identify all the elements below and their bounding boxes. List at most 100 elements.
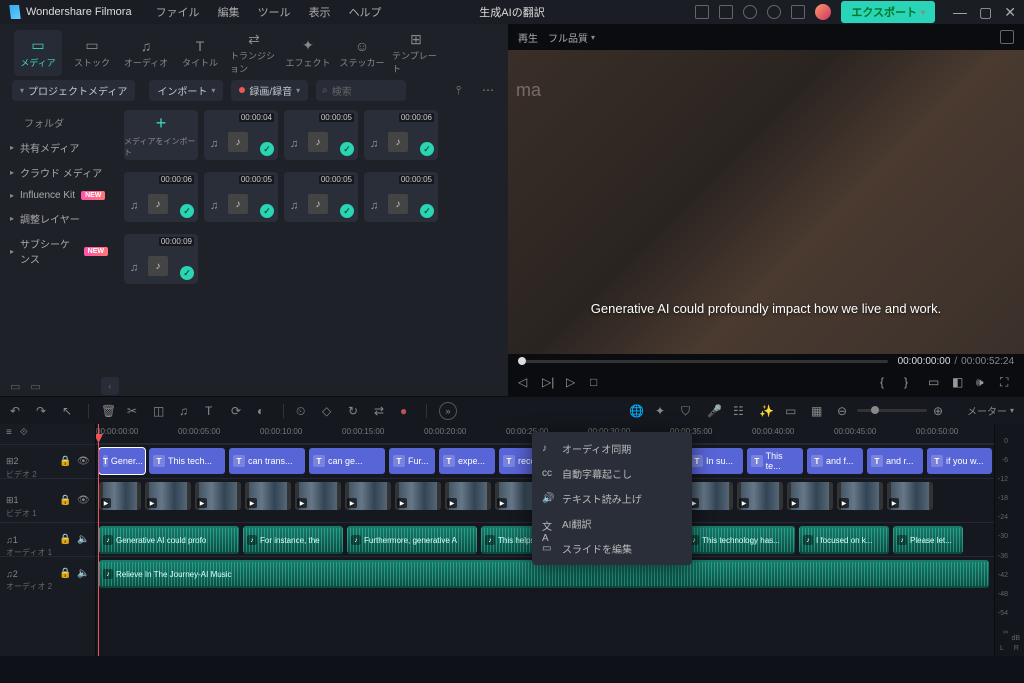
track-options-icon[interactable]: ≡ <box>6 427 12 438</box>
video-clip[interactable]: ▶ <box>445 482 491 510</box>
adjust-icon[interactable]: ⇄ <box>374 404 388 418</box>
clip-icon[interactable]: ↻ <box>348 404 362 418</box>
media-clip[interactable]: 00:00:05♫♪✓ <box>204 172 278 222</box>
compare-icon[interactable]: ◧ <box>952 375 966 389</box>
folder-item[interactable]: フォルダ <box>0 110 118 135</box>
filter-icon[interactable]: ⫯ <box>456 83 470 97</box>
mute-icon[interactable]: 🔈 <box>77 568 89 580</box>
subtitle-icon[interactable]: ☷ <box>733 404 747 418</box>
meter-dropdown[interactable]: メーター▾ <box>967 403 1014 418</box>
search-input[interactable]: ⌕ 検索 <box>316 80 406 101</box>
sidebar-クラウド メディア[interactable]: ▸クラウド メディア <box>0 160 118 185</box>
link-icon[interactable]: ⟐ <box>20 427 28 438</box>
play-mode-dropdown[interactable]: 再生 <box>518 30 538 45</box>
title-clip[interactable]: Tcan ge... <box>309 448 385 474</box>
audio-clip[interactable]: ♪Please let... <box>893 526 963 554</box>
redo-icon[interactable]: ↷ <box>36 404 50 418</box>
prev-frame-icon[interactable]: ◁ <box>518 375 532 389</box>
video-clip[interactable]: ▶ <box>787 482 833 510</box>
audio-clip[interactable]: ♪I focused on k... <box>799 526 889 554</box>
audio-clip[interactable]: ♪For instance, the <box>243 526 343 554</box>
ai-sparkle-icon[interactable]: ✨ <box>759 404 773 418</box>
save-icon[interactable] <box>719 5 733 19</box>
keyframe-icon[interactable]: ◇ <box>322 404 336 418</box>
apps-icon[interactable] <box>791 5 805 19</box>
music-icon[interactable]: ♫ <box>179 404 193 418</box>
audio-clip[interactable]: ♪Furthermore, generative A <box>347 526 477 554</box>
more-icon[interactable]: ⋯ <box>482 83 496 97</box>
media-clip[interactable]: 00:00:05♫♪✓ <box>284 110 358 160</box>
title-clip[interactable]: Tcan trans... <box>229 448 305 474</box>
volume-icon[interactable]: 🕪 <box>976 375 990 389</box>
media-clip[interactable]: 00:00:04♫♪✓ <box>204 110 278 160</box>
lock-icon[interactable]: 🔒 <box>59 456 71 468</box>
video-clip[interactable]: ▶ <box>737 482 783 510</box>
headset-icon[interactable] <box>767 5 781 19</box>
title-clip[interactable]: TFur... <box>389 448 435 474</box>
color-icon[interactable]: ◐ <box>257 404 271 418</box>
cloud-icon[interactable] <box>743 5 757 19</box>
menu-表示[interactable]: 表示 <box>309 4 331 20</box>
maximize-button[interactable]: ▢ <box>979 4 992 21</box>
zoom-slider[interactable] <box>857 409 927 412</box>
expand-toolbar-button[interactable]: » <box>439 402 457 420</box>
mark-out-icon[interactable]: } <box>904 375 918 389</box>
effect-icon[interactable]: ✦ <box>655 404 669 418</box>
ctx-スライドを編集[interactable]: ▭スライドを編集 <box>532 536 692 561</box>
timer-icon[interactable]: ⏲ <box>296 404 310 418</box>
tab-テンプレート[interactable]: ⊞テンプレート <box>392 30 440 76</box>
track-head-video2[interactable]: ⊞2ビデオ 2 🔒👁 <box>0 444 95 478</box>
tab-エフェクト[interactable]: ✦エフェクト <box>284 30 332 76</box>
menu-ファイル[interactable]: ファイル <box>156 4 200 20</box>
undo-icon[interactable]: ↶ <box>10 404 24 418</box>
zoom-in-icon[interactable]: ⊕ <box>933 404 947 418</box>
mark-in-icon[interactable]: { <box>880 375 894 389</box>
tab-オーディオ[interactable]: ♫オーディオ <box>122 30 170 76</box>
media-clip[interactable]: 00:00:09♫♪✓ <box>124 234 198 284</box>
text-icon[interactable]: T <box>205 404 219 418</box>
play-icon[interactable]: ▷ <box>566 375 580 389</box>
cut-icon[interactable]: ✂ <box>127 404 141 418</box>
title-clip[interactable]: Tif you w... <box>927 448 992 474</box>
title-clip[interactable]: TGener... <box>99 448 145 474</box>
video-clip[interactable]: ▶ <box>837 482 883 510</box>
title-clip[interactable]: TThis te... <box>747 448 803 474</box>
display-icon[interactable]: ▭ <box>928 375 942 389</box>
ratio-icon[interactable]: ▭ <box>785 404 799 418</box>
preview-video[interactable]: ma Generative AI could profoundly impact… <box>508 50 1024 354</box>
eye-icon[interactable]: 👁 <box>77 456 89 468</box>
play-reverse-icon[interactable]: ▷| <box>542 375 556 389</box>
sidebar-共有メディア[interactable]: ▸共有メディア <box>0 135 118 160</box>
ctx-自動字幕起こし[interactable]: cc自動字幕起こし <box>532 461 692 486</box>
title-clip[interactable]: TIn su... <box>687 448 743 474</box>
lock-icon[interactable]: 🔒 <box>59 534 71 546</box>
record-dropdown[interactable]: 録画/録音▾ <box>231 80 308 101</box>
video-clip[interactable]: ▶ <box>295 482 341 510</box>
shield-icon[interactable]: ⛉ <box>681 404 695 418</box>
menu-編集[interactable]: 編集 <box>218 4 240 20</box>
collapse-sidebar-button[interactable]: ‹ <box>101 377 119 395</box>
render-icon[interactable]: ▦ <box>811 404 825 418</box>
title-clip[interactable]: Tand f... <box>807 448 863 474</box>
video-clip[interactable]: ▶ <box>145 482 191 510</box>
mute-icon[interactable]: 🔈 <box>77 534 89 546</box>
tab-ストック[interactable]: ▭ストック <box>68 30 116 76</box>
project-media-dropdown[interactable]: ▾プロジェクトメディア <box>12 80 135 101</box>
audio-clip[interactable]: ♪Generative AI could profo <box>99 526 239 554</box>
user-avatar[interactable] <box>815 4 831 20</box>
media-clip[interactable]: 00:00:06♫♪✓ <box>124 172 198 222</box>
snapshot-icon[interactable] <box>1000 30 1014 44</box>
stop-icon[interactable]: □ <box>590 375 604 389</box>
ctx-オーディオ同期[interactable]: ♪オーディオ同期 <box>532 436 692 461</box>
minimize-button[interactable]: — <box>953 4 967 21</box>
playhead[interactable] <box>98 424 99 656</box>
tab-メディア[interactable]: ▭メディア <box>14 30 62 76</box>
fullscreen-icon[interactable]: ⛶ <box>1000 375 1014 389</box>
ctx-AI翻訳[interactable]: 文AAI翻訳 <box>532 511 692 536</box>
mic-icon[interactable]: 🎤 <box>707 404 721 418</box>
sidebar-Influence Kit[interactable]: ▸Influence KitNEW <box>0 185 118 206</box>
import-dropdown[interactable]: インポート▾ <box>149 80 223 101</box>
eye-icon[interactable]: 👁 <box>77 495 89 507</box>
media-clip[interactable]: 00:00:05♫♪✓ <box>364 172 438 222</box>
video-clip[interactable]: ▶ <box>245 482 291 510</box>
